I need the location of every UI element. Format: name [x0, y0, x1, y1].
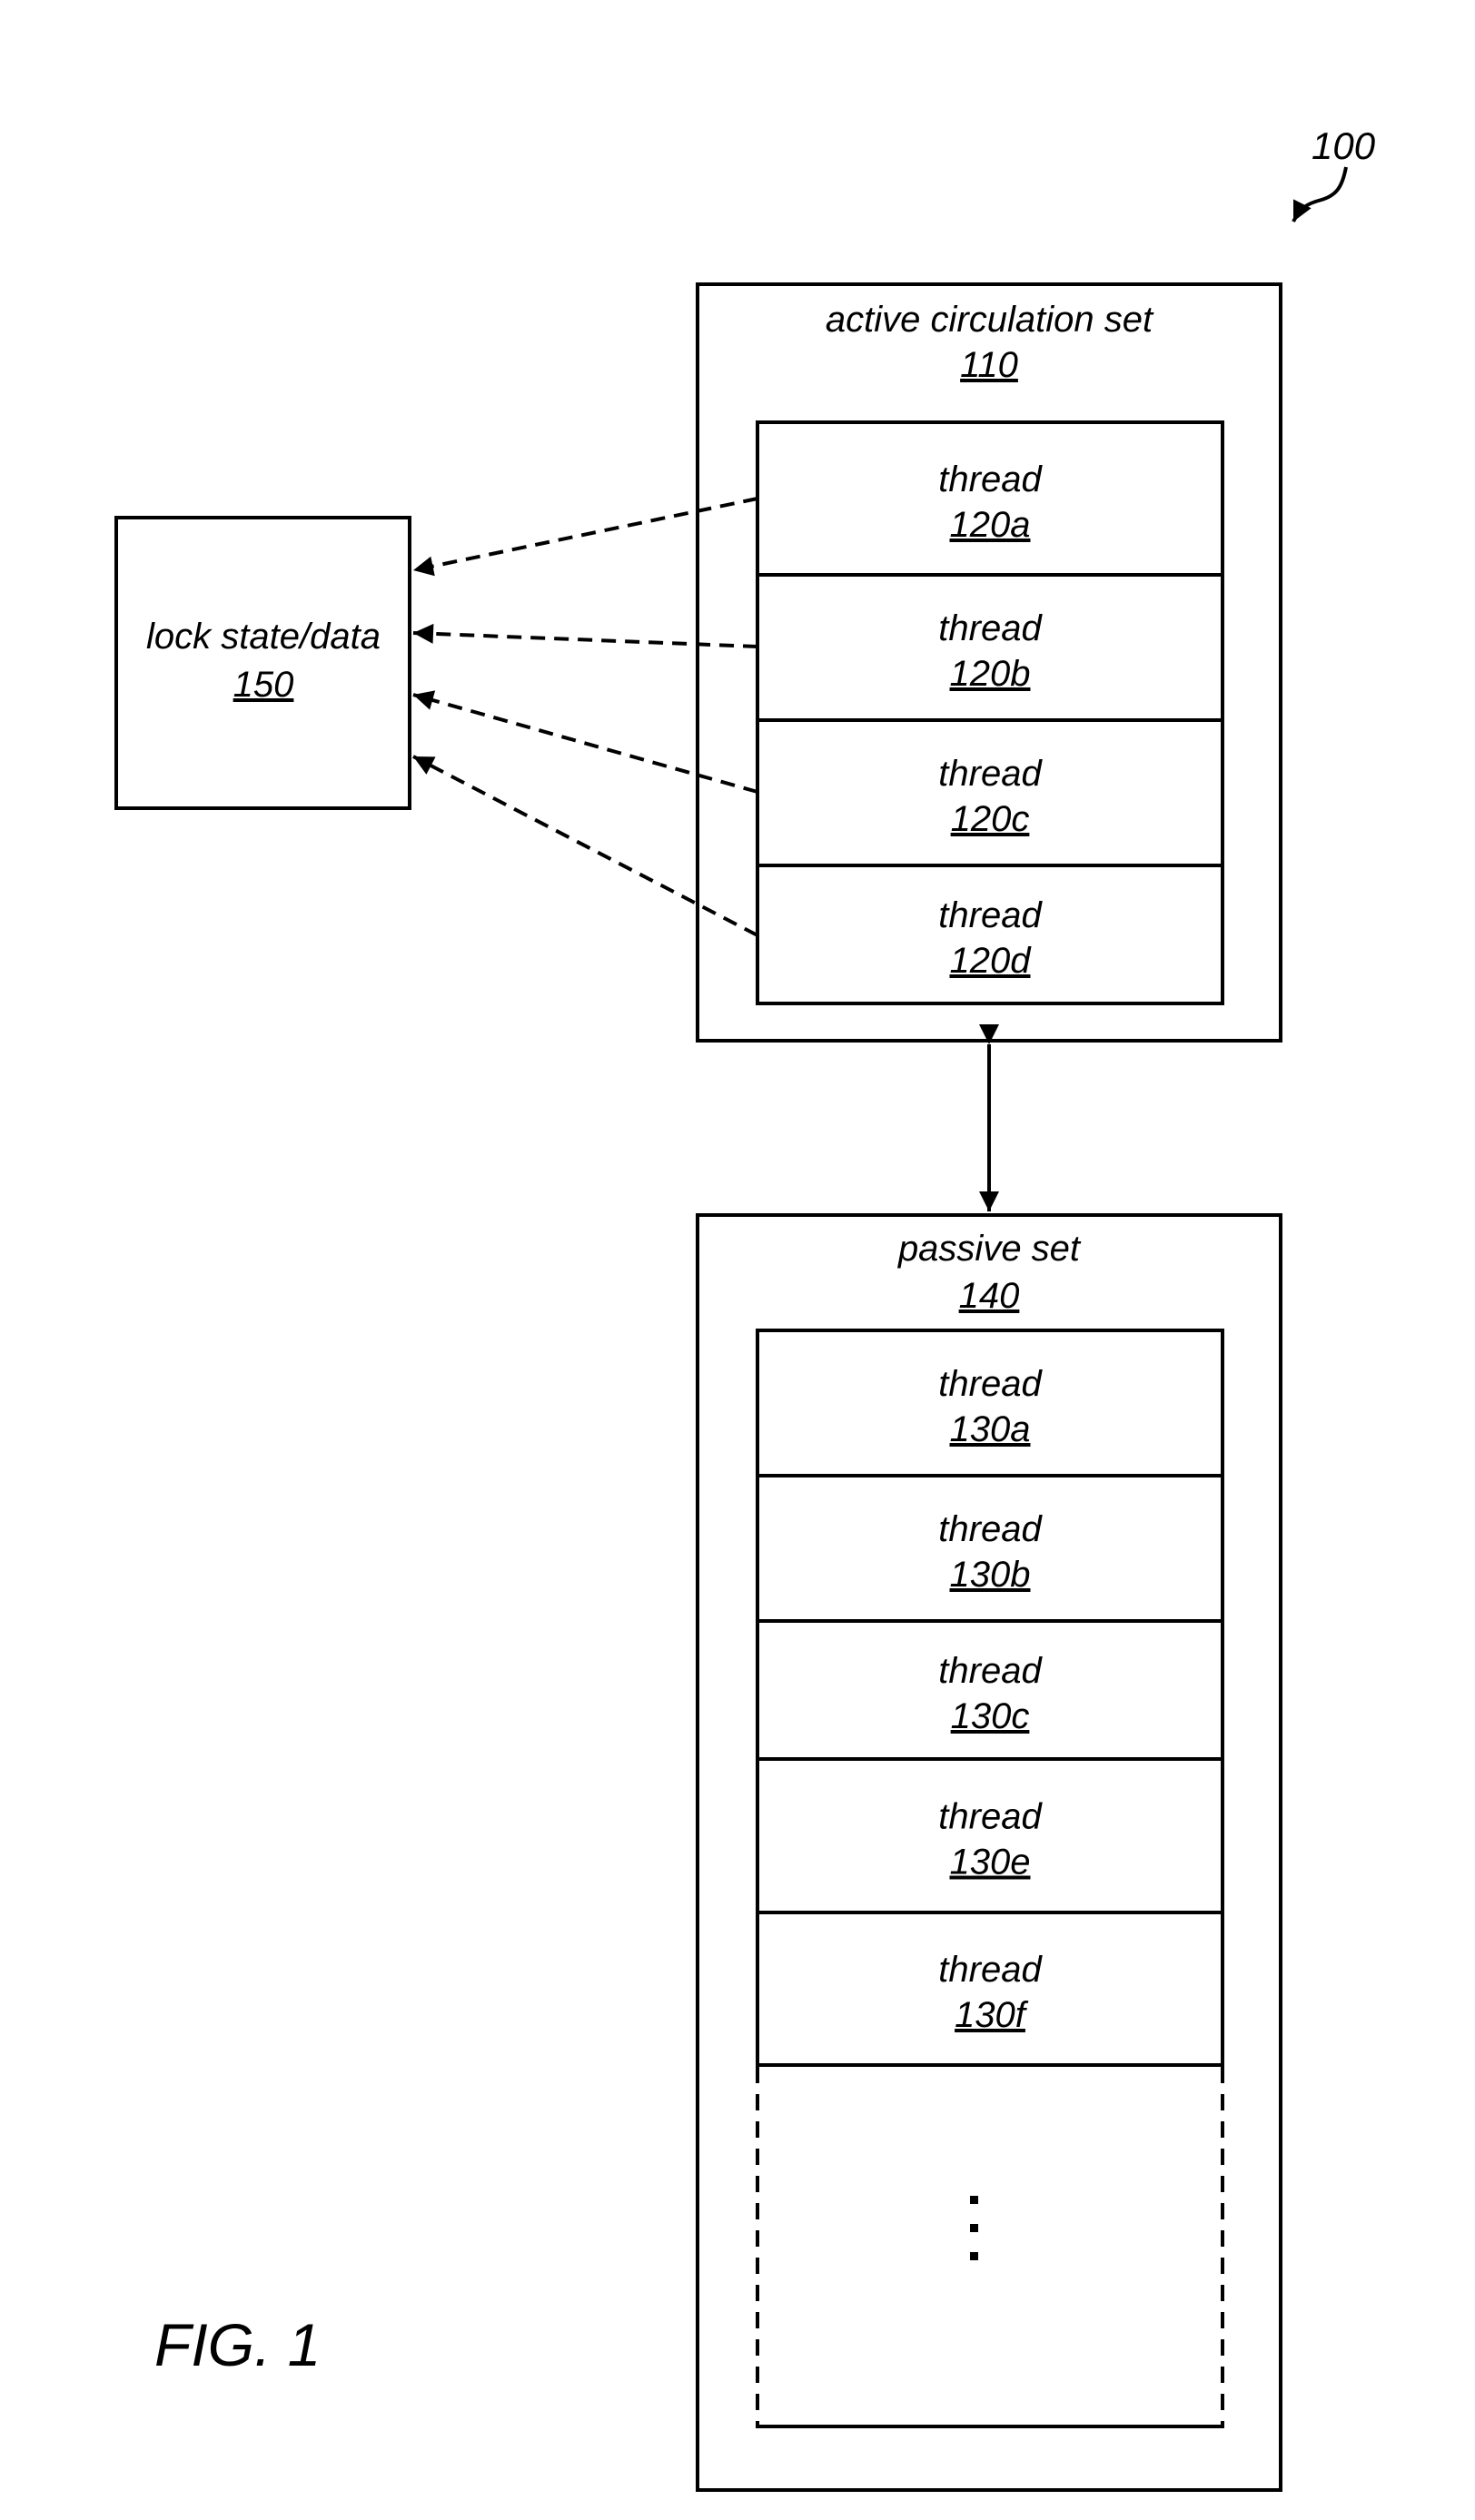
ellipsis-dot	[970, 2196, 978, 2204]
lock-state-ref: 150	[233, 665, 294, 705]
thread-120d: thread 120d	[756, 864, 1224, 1005]
figure-reference-number: 100	[1312, 124, 1376, 167]
lock-state-box-border	[114, 516, 411, 810]
thread-130e: thread 130e	[756, 1757, 1224, 1914]
passive-set-title: passive set	[897, 1229, 1082, 1269]
thread-130f: thread 130f	[756, 1911, 1224, 2067]
thread-130a: thread 130a	[756, 1329, 1224, 1477]
thread-label: thread	[938, 754, 1043, 794]
lock-state-title: lock state/data	[146, 617, 381, 657]
thread-label: thread	[938, 1950, 1043, 1990]
thread-ref: 120d	[950, 941, 1033, 981]
thread-label: thread	[938, 1364, 1043, 1404]
diagram-canvas: 100 lock state/data 150 active circulati…	[114, 124, 1376, 2492]
passive-set: passive set 140 thread130athread130bthre…	[696, 1213, 1282, 2492]
thread-ref: 120b	[950, 654, 1031, 694]
ellipsis-dot	[970, 2224, 978, 2232]
figure-reference: 100	[1292, 124, 1376, 222]
thread-ref: 120a	[950, 505, 1031, 545]
thread-120a: thread 120a	[756, 420, 1224, 577]
thread-label: thread	[938, 460, 1043, 499]
thread-ref: 130e	[950, 1843, 1031, 1883]
active-set-title: active circulation set	[826, 300, 1154, 340]
thread-ref: 120c	[951, 799, 1030, 839]
figure-label: FIG. 1	[154, 2311, 321, 2378]
active-thread-list: thread 120a thread 120b thread 120c thread 120d	[756, 420, 1224, 1005]
thread-ref: 130c	[951, 1696, 1030, 1736]
passive-set-ref: 140	[959, 1276, 1020, 1316]
thread-label: thread	[938, 895, 1043, 935]
ellipsis-dot	[970, 2252, 978, 2260]
thread-label: thread	[938, 608, 1043, 648]
thread-130c: thread 130c	[756, 1619, 1224, 1761]
thread-120b: thread 120b	[756, 573, 1224, 722]
active-set-ref: 110	[960, 345, 1018, 385]
thread-label: thread	[938, 1651, 1043, 1691]
active-circulation-set: active circulation set 110 thread120athr…	[696, 282, 1282, 1043]
thread-120c: thread 120c	[756, 718, 1224, 867]
thread-label: thread	[938, 1509, 1043, 1549]
thread-label: thread	[938, 1797, 1043, 1837]
thread-ref: 130a	[950, 1409, 1031, 1449]
lock-state-box: lock state/data 150	[114, 516, 411, 810]
passive-thread-list: thread 130a thread 130b thread 130c thread 130e…	[756, 1329, 1224, 2067]
reference-leader-arrow	[1292, 166, 1348, 222]
thread-130b: thread 130b	[756, 1474, 1224, 1623]
thread-ref: 130b	[950, 1555, 1031, 1595]
thread-ref: 130f	[955, 1995, 1029, 2035]
